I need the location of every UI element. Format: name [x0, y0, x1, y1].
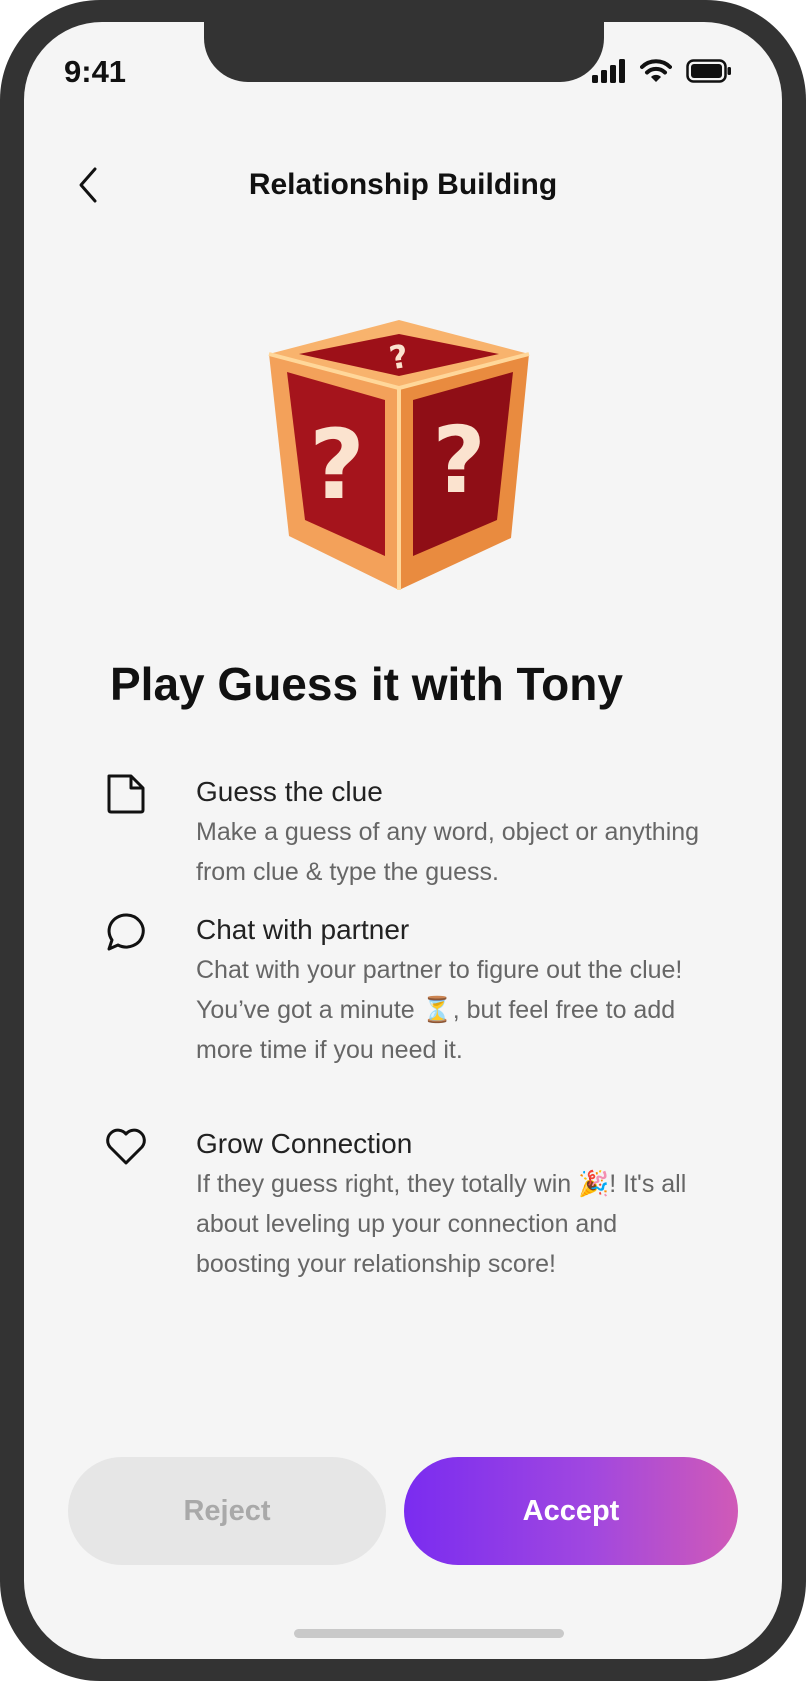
feature-title: Grow Connection — [196, 1128, 413, 1159]
feature-description: If they guess right, they totally win 🎉!… — [196, 1170, 687, 1278]
signal-icon — [592, 59, 626, 88]
notch — [204, 22, 604, 82]
feature-title: Guess the clue — [196, 776, 383, 807]
status-time: 9:41 — [64, 54, 127, 89]
home-indicator — [294, 1629, 564, 1638]
page-title: Play Guess it with Tony — [110, 658, 623, 710]
document-icon — [104, 772, 148, 816]
reject-button[interactable]: Reject — [68, 1457, 386, 1565]
svg-text:?: ? — [309, 409, 365, 521]
screen: 9:41 Relationship Building ? ? ? Play Gu… — [24, 22, 782, 1659]
status-icons — [592, 58, 732, 88]
wifi-icon — [640, 59, 672, 88]
mystery-box-illustration: ? ? ? — [249, 306, 549, 606]
phone-frame: 9:41 Relationship Building ? ? ? Play Gu… — [0, 0, 806, 1681]
svg-text:?: ? — [432, 407, 485, 514]
feature-description: Chat with your partner to figure out the… — [196, 956, 683, 1064]
header-title: Relationship Building — [248, 168, 558, 201]
heart-icon — [104, 1124, 148, 1168]
feature-description: Make a guess of any word, object or anyt… — [196, 818, 700, 886]
chat-bubble-icon — [104, 910, 148, 954]
accept-button[interactable]: Accept — [404, 1457, 738, 1565]
feature-title: Chat with partner — [196, 914, 410, 945]
battery-icon — [686, 59, 732, 88]
